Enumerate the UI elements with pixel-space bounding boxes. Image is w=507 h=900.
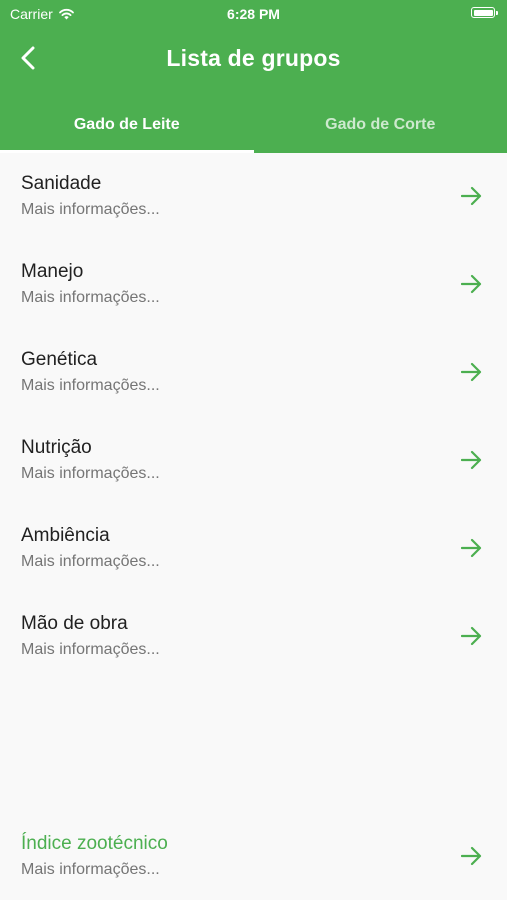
app-bar: Lista de grupos xyxy=(0,30,507,90)
item-title: Ambiência xyxy=(21,525,110,546)
list-item-nutricao[interactable]: Nutrição Mais informações... xyxy=(0,417,507,505)
header: Carrier 6:28 PM Lista de grupos Gado de … xyxy=(0,0,507,153)
item-title: Mão de obra xyxy=(21,613,128,634)
arrow-right-icon xyxy=(461,362,482,382)
item-title: Nutrição xyxy=(21,437,92,458)
arrow-right-icon xyxy=(461,186,482,206)
item-subtitle: Mais informações... xyxy=(21,201,160,218)
tab-gado-de-leite[interactable]: Gado de Leite xyxy=(0,96,254,153)
list-item-ambiencia[interactable]: Ambiência Mais informações... xyxy=(0,505,507,593)
status-bar: Carrier 6:28 PM xyxy=(0,0,507,28)
arrow-right-icon xyxy=(461,274,482,294)
item-subtitle: Mais informações... xyxy=(21,377,160,394)
tab-bar: Gado de Leite Gado de Corte xyxy=(0,96,507,153)
tab-gado-de-corte[interactable]: Gado de Corte xyxy=(254,96,507,153)
screen: Carrier 6:28 PM Lista de grupos Gado de … xyxy=(0,0,507,900)
arrow-right-icon xyxy=(461,626,482,646)
list-item-mao-de-obra[interactable]: Mão de obra Mais informações... xyxy=(0,593,507,681)
list-item-manejo[interactable]: Manejo Mais informações... xyxy=(0,241,507,329)
arrow-right-icon xyxy=(461,846,482,866)
item-subtitle: Mais informações... xyxy=(21,465,160,482)
item-subtitle: Mais informações... xyxy=(21,553,160,570)
arrow-right-icon xyxy=(461,538,482,558)
item-title: Índice zootécnico xyxy=(21,833,168,854)
status-time: 6:28 PM xyxy=(227,6,280,22)
battery-icon xyxy=(471,7,498,18)
page-title: Lista de grupos xyxy=(166,45,341,71)
item-title: Genética xyxy=(21,349,98,370)
list-item-sanidade[interactable]: Sanidade Mais informações... xyxy=(0,153,507,241)
list-item-indice-zootecnico[interactable]: Índice zootécnico Mais informações... xyxy=(0,813,507,900)
item-title: Sanidade xyxy=(21,173,102,194)
tab-label: Gado de Corte xyxy=(325,115,436,133)
tab-label: Gado de Leite xyxy=(73,115,180,133)
list-item-genetica[interactable]: Genética Mais informações... xyxy=(0,329,507,417)
item-subtitle: Mais informações... xyxy=(21,861,160,878)
item-subtitle: Mais informações... xyxy=(21,641,160,658)
item-title: Manejo xyxy=(21,261,84,282)
arrow-right-icon xyxy=(461,450,482,470)
item-subtitle: Mais informações... xyxy=(21,289,160,306)
